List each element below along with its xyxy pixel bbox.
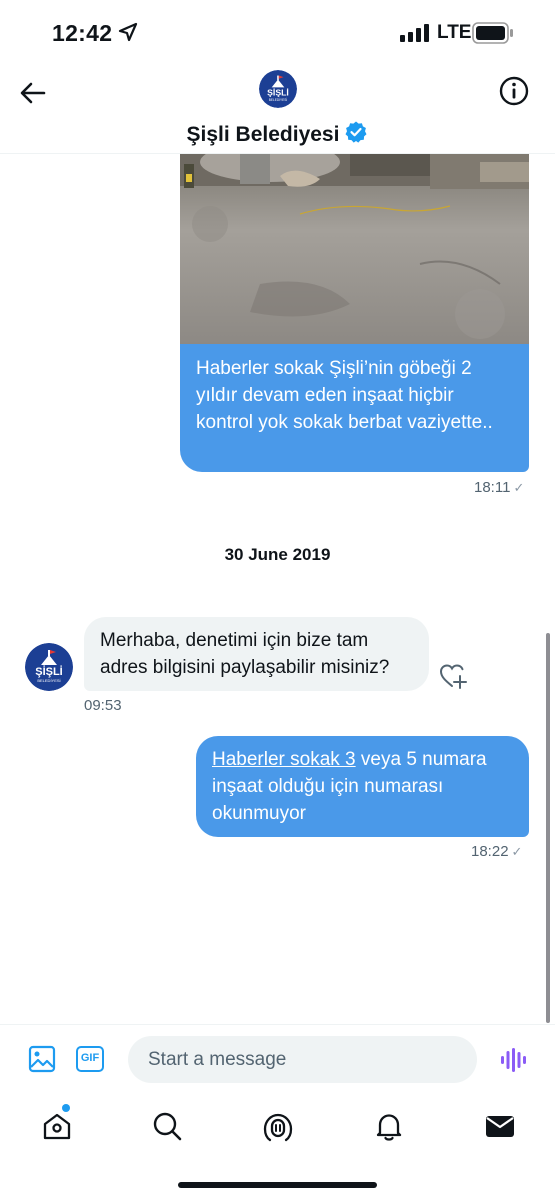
conversation-header: ŞİŞLİ BELEDİYESİ Şişli Belediyesi — [0, 68, 555, 154]
construction-site-photo — [180, 154, 529, 344]
conversation-title[interactable]: Şişli Belediyesi — [0, 120, 555, 147]
sent-message-bubble[interactable]: Haberler sokak 3 veya 5 numara inşaat ol… — [196, 736, 529, 837]
logo-subtext: BELEDİYESİ — [37, 678, 60, 683]
message-photo[interactable] — [180, 154, 529, 344]
status-time: 12:42 — [52, 20, 113, 46]
home-icon — [43, 1113, 71, 1140]
signal-bars-icon — [400, 24, 429, 42]
notifications-icon — [376, 1114, 402, 1141]
tab-home[interactable] — [41, 1104, 73, 1142]
battery-icon — [472, 22, 513, 44]
message-timestamp: 18:11 ✓ — [474, 479, 525, 496]
search-icon — [153, 1112, 182, 1141]
message-link[interactable]: Haberler sokak 3 — [212, 749, 356, 770]
network-type: LTE — [437, 22, 472, 43]
bottom-tab-bar — [0, 1094, 555, 1200]
scrollbar[interactable] — [546, 633, 550, 1023]
tab-notifications[interactable] — [373, 1110, 405, 1142]
heart-plus-icon[interactable] — [438, 660, 470, 692]
header-avatar[interactable]: ŞİŞLİ BELEDİYESİ — [259, 70, 297, 108]
spaces-icon — [263, 1113, 293, 1142]
home-indicator[interactable] — [178, 1182, 377, 1188]
status-bar: 12:42 LTE — [0, 0, 555, 68]
voice-wave-icon[interactable] — [500, 1047, 526, 1073]
sent-check-icon: ✓ — [511, 844, 523, 859]
account-name: Şişli Belediyesi — [186, 123, 340, 146]
sisli-logo-icon: ŞİŞLİ BELEDİYESİ — [25, 643, 73, 691]
message-input[interactable] — [128, 1036, 477, 1083]
arrow-left-icon[interactable] — [16, 76, 50, 110]
message-text: Haberler sokak Şişli’nin göbeği 2 yıldır… — [196, 358, 493, 433]
gif-button[interactable]: GIF — [76, 1046, 104, 1072]
sent-check-icon: ✓ — [513, 480, 525, 495]
info-icon[interactable] — [497, 74, 531, 108]
tab-messages[interactable] — [484, 1110, 516, 1142]
sisli-logo-icon: ŞİŞLİ BELEDİYESİ — [259, 70, 297, 108]
date-separator: 30 June 2019 — [224, 545, 331, 564]
image-icon[interactable] — [28, 1045, 56, 1073]
sender-avatar[interactable]: ŞİŞLİ BELEDİYESİ — [25, 643, 73, 691]
message-text: Merhaba, denetimi için bize tam adres bi… — [100, 630, 390, 678]
messages-icon — [486, 1116, 514, 1137]
verified-badge-icon — [345, 121, 367, 143]
home-notification-dot — [62, 1104, 70, 1112]
received-message-bubble[interactable]: Merhaba, denetimi için bize tam adres bi… — [84, 617, 429, 691]
tab-spaces[interactable] — [262, 1110, 294, 1142]
location-arrow-icon — [118, 22, 138, 42]
logo-subtext: BELEDİYESİ — [269, 97, 288, 102]
logo-text: ŞİŞLİ — [267, 87, 289, 97]
message-composer: GIF — [0, 1024, 555, 1094]
logo-text: ŞİŞLİ — [35, 665, 63, 678]
message-timestamp: 09:53 — [84, 697, 122, 714]
message-timestamp: 18:22 ✓ — [471, 843, 523, 860]
tab-search[interactable] — [151, 1110, 183, 1142]
sent-message-bubble[interactable]: Haberler sokak Şişli’nin göbeği 2 yıldır… — [180, 344, 529, 472]
